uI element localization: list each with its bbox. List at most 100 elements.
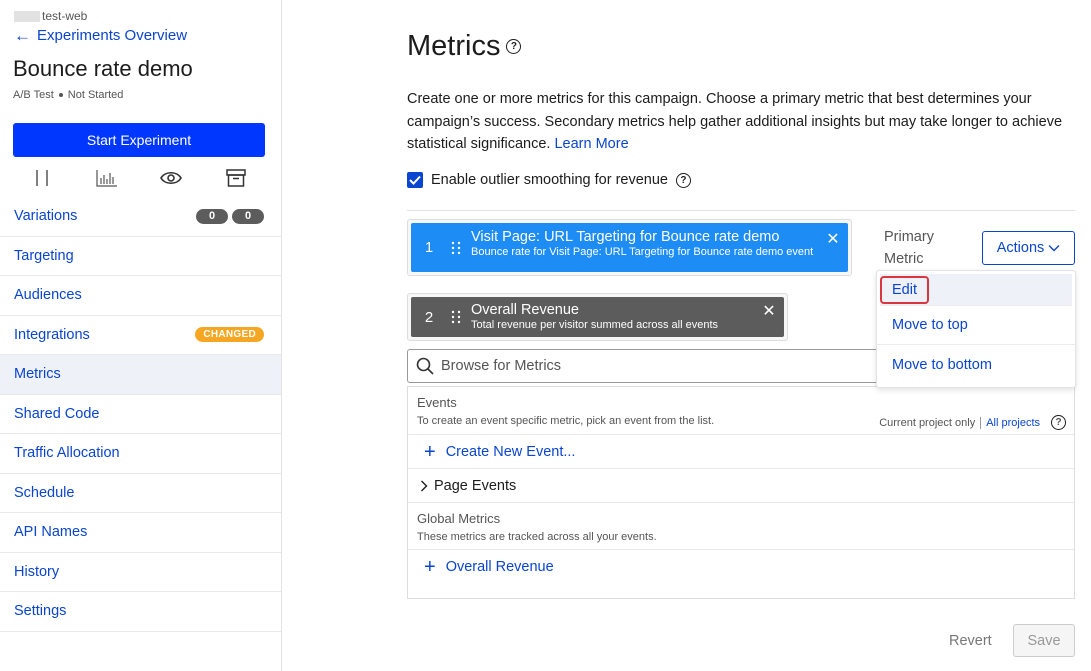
menu-item-edit[interactable]: Edit	[880, 274, 1072, 306]
start-experiment-button[interactable]: Start Experiment	[13, 123, 265, 157]
actions-dropdown-menu: Edit Move to top Move to bottom	[876, 270, 1076, 388]
global-metrics-header: Global Metrics These metrics are tracked…	[408, 502, 1074, 549]
sidebar-item-label: Metrics	[14, 366, 61, 383]
experiment-meta: A/B Test Not Started	[13, 89, 123, 101]
remove-metric-icon[interactable]: ✕	[818, 223, 848, 272]
page-title: Metrics ?	[407, 30, 522, 63]
events-subtitle-row: To create an event specific metric, pick…	[408, 410, 1074, 430]
variation-counts: 0 0	[196, 208, 264, 224]
sidebar-item-shared-code[interactable]: Shared Code	[0, 395, 281, 434]
pause-icon[interactable]	[29, 165, 55, 191]
sidebar-item-settings[interactable]: Settings	[0, 592, 281, 632]
divider	[407, 210, 1075, 211]
sidebar-item-label: Variations	[14, 208, 78, 225]
back-link-label: Experiments Overview	[37, 27, 188, 44]
global-metrics-title: Global Metrics	[417, 511, 501, 526]
project-filter: Current project only All projects ?	[879, 415, 1066, 430]
sidebar-item-api-names[interactable]: API Names	[0, 513, 281, 553]
filter-all-projects[interactable]: All projects	[986, 417, 1040, 429]
metric-rank: 1	[424, 239, 434, 256]
metric-card-secondary[interactable]: 2 Overall Revenue Total revenue per visi…	[407, 293, 788, 341]
sidebar-item-traffic-allocation[interactable]: Traffic Allocation	[0, 434, 281, 474]
count-badge: 0	[232, 208, 264, 224]
search-placeholder: Browse for Metrics	[441, 358, 562, 374]
experiment-type: A/B Test	[13, 89, 54, 101]
filter-current-project[interactable]: Current project only	[879, 417, 975, 429]
sidebar-item-variations[interactable]: Variations 0 0	[0, 197, 281, 237]
plus-icon: +	[424, 555, 436, 578]
save-button[interactable]: Save	[1013, 624, 1075, 657]
plus-icon: +	[424, 440, 436, 463]
outlier-smoothing-checkbox[interactable]	[407, 172, 423, 188]
arrow-left-icon: ←	[14, 26, 31, 45]
filter-divider	[980, 416, 982, 429]
metric-card-body: 2 Overall Revenue Total revenue per visi…	[411, 297, 784, 337]
page-events-label: Page Events	[434, 477, 517, 494]
primary-metric-label: Primary Metric	[884, 229, 934, 267]
experiment-toolbar	[13, 164, 265, 192]
outlier-smoothing-option[interactable]: Enable outlier smoothing for revenue ?	[407, 172, 691, 188]
events-header: Events To create an event specific metri…	[408, 387, 1074, 434]
drag-handle-icon[interactable]	[447, 223, 465, 272]
metric-rank: 2	[424, 308, 434, 326]
sidebar-item-label: Shared Code	[14, 405, 100, 422]
revert-button[interactable]: Revert	[949, 633, 992, 649]
sidebar-item-label: History	[14, 563, 60, 580]
back-to-experiments-link[interactable]: ← Experiments Overview	[14, 27, 187, 44]
menu-item-move-to-bottom[interactable]: Move to bottom	[877, 345, 1075, 384]
page-title-text: Metrics	[407, 30, 501, 62]
global-subtitle-text: These metrics are tracked across all you…	[417, 531, 657, 543]
outlier-smoothing-label: Enable outlier smoothing for revenue	[431, 172, 668, 188]
count-badge: 0	[196, 208, 228, 224]
experiment-title: Bounce rate demo	[13, 56, 193, 81]
experiment-status: Not Started	[67, 89, 124, 101]
metric-name: Overall Revenue	[471, 302, 579, 318]
project-name-label: test-web	[42, 9, 88, 23]
actions-label: Actions	[996, 240, 1045, 256]
metric-description: Total revenue per visitor summed across …	[471, 319, 718, 331]
project-name[interactable]: test-web	[14, 9, 87, 23]
metric-description: Bounce rate for Visit Page: URL Targetin…	[471, 246, 814, 258]
metric-card-primary[interactable]: 1 Visit Page: URL Targeting for Bounce r…	[407, 219, 852, 276]
metric-text: Overall Revenue Total revenue per visito…	[465, 297, 754, 337]
remove-metric-icon[interactable]: ✕	[754, 297, 784, 337]
sidebar-item-metrics[interactable]: Metrics	[0, 355, 281, 395]
sidebar-item-integrations[interactable]: Integrations CHANGED	[0, 316, 281, 355]
drag-handle-icon[interactable]	[447, 297, 465, 337]
sidebar-item-targeting[interactable]: Targeting	[0, 237, 281, 276]
sidebar-item-label: Settings	[14, 603, 67, 620]
sidebar-item-label: Traffic Allocation	[14, 445, 120, 462]
sidebar-nav: Variations 0 0 Targeting Audiences Integ…	[0, 197, 281, 632]
separator-dot	[58, 93, 63, 97]
changed-badge: CHANGED	[195, 327, 264, 343]
metrics-browser: Events To create an event specific metri…	[407, 386, 1075, 599]
intro-text: Create one or more metrics for this camp…	[407, 88, 1067, 156]
sidebar-item-audiences[interactable]: Audiences	[0, 276, 281, 316]
events-subtitle: To create an event specific metric, pick…	[417, 415, 715, 427]
help-icon[interactable]: ?	[675, 172, 691, 188]
overall-revenue-label: Overall Revenue	[445, 558, 554, 575]
search-icon	[416, 357, 434, 375]
sidebar-item-label: Integrations	[14, 326, 90, 343]
sidebar-item-schedule[interactable]: Schedule	[0, 474, 281, 513]
global-metrics-subtitle: These metrics are tracked across all you…	[408, 526, 1074, 543]
preview-icon[interactable]	[158, 165, 184, 191]
sidebar-item-label: Audiences	[14, 287, 82, 304]
main-content: Metrics ? Create one or more metrics for…	[282, 0, 1091, 671]
learn-more-link[interactable]: Learn More	[554, 136, 628, 152]
sidebar-item-history[interactable]: History	[0, 553, 281, 592]
add-overall-revenue-button[interactable]: + Overall Revenue	[408, 549, 1074, 583]
actions-dropdown-button[interactable]: Actions	[982, 231, 1075, 265]
page-events-group[interactable]: Page Events	[408, 468, 1074, 502]
archive-icon[interactable]	[223, 165, 249, 191]
edit-highlight[interactable]: Edit	[880, 275, 929, 304]
help-icon[interactable]: ?	[506, 39, 522, 54]
metric-name: Visit Page: URL Targeting for Bounce rat…	[471, 229, 780, 245]
events-title: Events	[417, 395, 457, 410]
sidebar: test-web ← Experiments Overview Bounce r…	[0, 0, 282, 671]
menu-item-move-to-top[interactable]: Move to top	[877, 306, 1075, 345]
results-icon[interactable]	[94, 165, 120, 191]
help-icon[interactable]: ?	[1051, 415, 1066, 430]
metric-card-body: 1 Visit Page: URL Targeting for Bounce r…	[411, 223, 848, 272]
create-new-event-button[interactable]: + Create New Event...	[408, 434, 1074, 468]
